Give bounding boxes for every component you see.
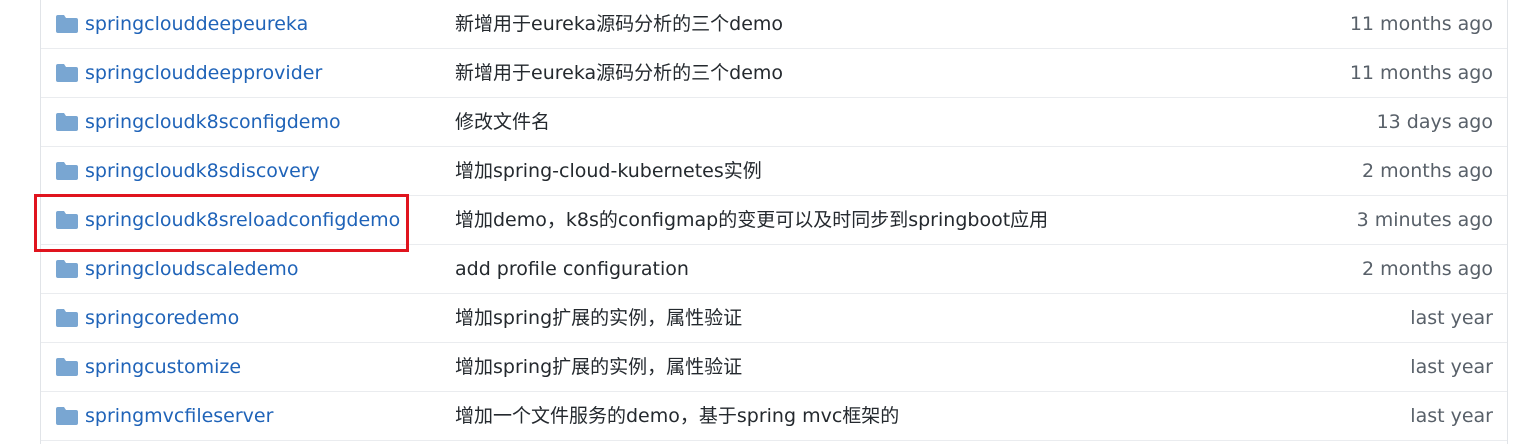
folder-name-link[interactable]: springcloudk8sconfigdemo [85,110,341,134]
commit-age: 2 months ago [1361,160,1493,182]
folder-name-link[interactable]: springcoredemo [85,306,239,330]
folder-icon [56,64,78,82]
folder-icon [56,309,78,327]
commit-age: last year [1410,405,1493,427]
folder-name-link[interactable]: springclouddeepprovider [85,61,322,85]
commit-age: 3 minutes ago [1356,209,1493,231]
folder-icon [56,358,78,376]
table-row[interactable]: springcloudk8sreloadconfigdemo 增加demo，k8… [41,196,1507,245]
commit-message-link[interactable]: 新增用于eureka源码分析的三个demo [455,12,783,36]
folder-name-link[interactable]: springclouddeepeureka [85,12,308,36]
commit-message-link[interactable]: 增加spring-cloud-kubernetes实例 [455,159,762,183]
table-row[interactable]: springcloudk8sdiscovery 增加spring-cloud-k… [41,147,1507,196]
commit-age: 2 months ago [1361,258,1493,280]
folder-icon [56,211,78,229]
table-row[interactable]: springclouddeepprovider 新增用于eureka源码分析的三… [41,49,1507,98]
commit-message-link[interactable]: 增加一个文件服务的demo，基于spring mvc框架的 [455,404,899,428]
folder-name-link[interactable]: springcustomize [85,355,241,379]
table-row[interactable]: springcustomize 增加spring扩展的实例，属性验证 last … [41,343,1507,392]
table-row[interactable]: springmvcfileserver 增加一个文件服务的demo，基于spri… [41,392,1507,441]
commit-age: 11 months ago [1349,62,1493,84]
folder-icon [56,407,78,425]
commit-message-link[interactable]: 修改文件名 [455,110,550,134]
commit-message-link[interactable]: add profile configuration [455,257,689,281]
folder-name-link[interactable]: springmvcfileserver [85,404,273,428]
table-row[interactable]: springcloudscaledemo add profile configu… [41,245,1507,294]
folder-name-link[interactable]: springcloudk8sdiscovery [85,159,320,183]
commit-message-link[interactable]: 新增用于eureka源码分析的三个demo [455,61,783,85]
commit-age: last year [1410,307,1493,329]
commit-message-link[interactable]: 增加spring扩展的实例，属性验证 [455,355,742,379]
table-row[interactable]: springcloudk8sconfigdemo 修改文件名 13 days a… [41,98,1507,147]
commit-message-link[interactable]: 增加spring扩展的实例，属性验证 [455,306,742,330]
folder-name-link[interactable]: springcloudk8sreloadconfigdemo [85,208,400,232]
commit-age: last year [1410,356,1493,378]
commit-age: 13 days ago [1376,111,1493,133]
folder-icon [56,162,78,180]
table-row[interactable]: springcoredemo 增加spring扩展的实例，属性验证 last y… [41,294,1507,343]
commit-age: 11 months ago [1349,13,1493,35]
folder-name-link[interactable]: springcloudscaledemo [85,257,298,281]
commit-message-link[interactable]: 增加demo，k8s的configmap的变更可以及时同步到springboot… [455,208,1048,232]
table-row[interactable]: springclouddeepeureka 新增用于eureka源码分析的三个d… [41,0,1507,49]
file-table: springclouddeepeureka 新增用于eureka源码分析的三个d… [40,0,1508,444]
folder-icon [56,15,78,33]
folder-icon [56,260,78,278]
folder-icon [56,113,78,131]
